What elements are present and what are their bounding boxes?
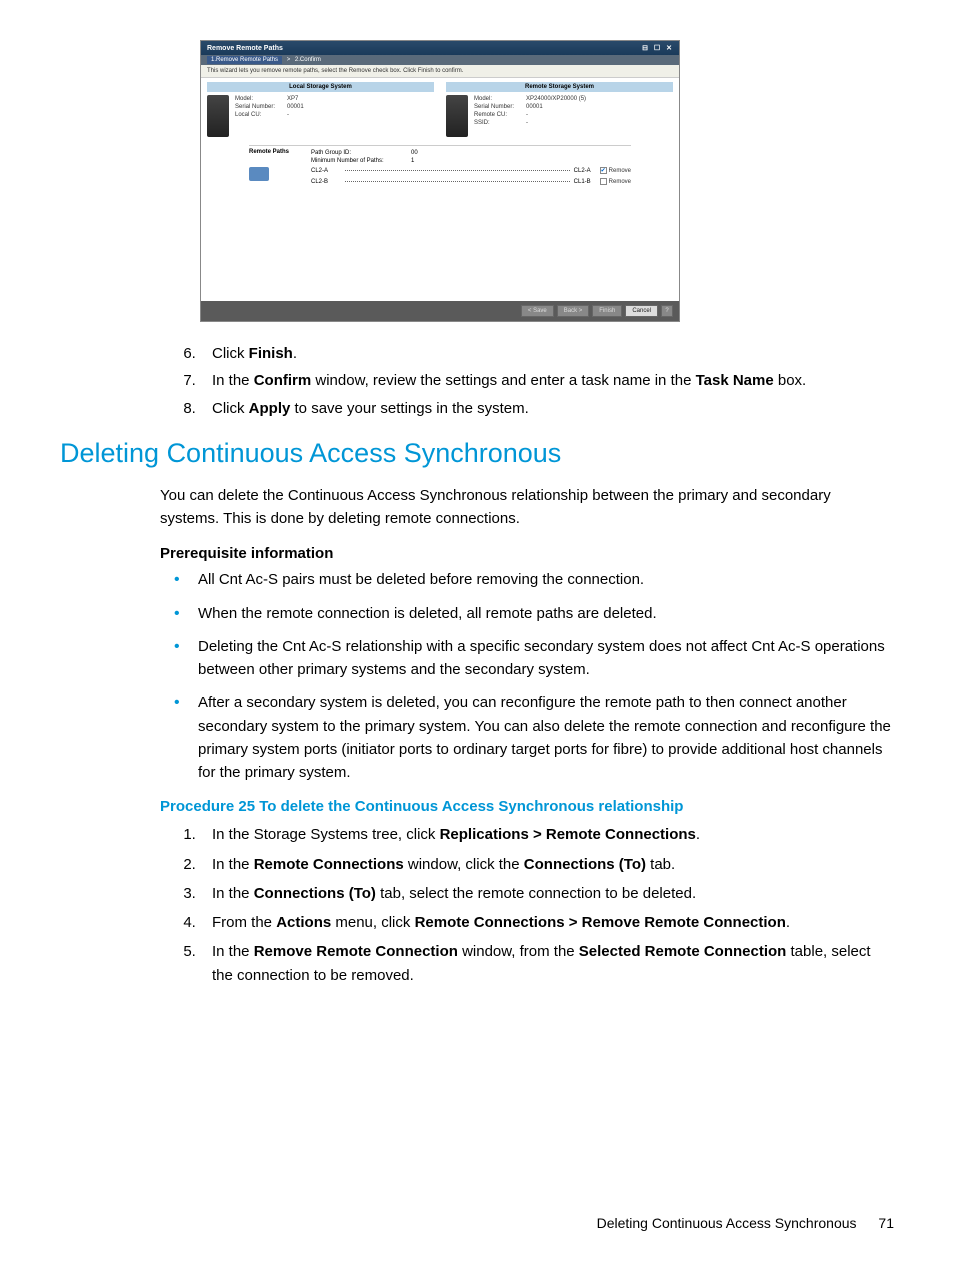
- path-row: CL2-A CL2-A ✔ Remove: [311, 165, 631, 176]
- dialog-screenshot: Remove Remote Paths ⊟ ☐ ✕ 1.Remove Remot…: [200, 40, 680, 322]
- step-7: In the Confirm window, review the settin…: [200, 369, 894, 392]
- remove-checkbox[interactable]: [600, 178, 607, 185]
- bullet-item: Deleting the Cnt Ac-S relationship with …: [168, 635, 894, 682]
- crumb-step1: 1.Remove Remote Paths: [207, 56, 282, 64]
- path-connector-icon: [345, 170, 570, 171]
- back-button[interactable]: Back >: [557, 305, 590, 317]
- window-maximize-icon[interactable]: ☐: [653, 44, 661, 52]
- remote-paths-title: Remote Paths: [249, 149, 311, 165]
- local-header: Local Storage System: [207, 82, 434, 92]
- finish-button[interactable]: Finish: [592, 305, 622, 317]
- proc-step-4: From the Actions menu, click Remote Conn…: [200, 911, 894, 934]
- bullet-item: All Cnt Ac-S pairs must be deleted befor…: [168, 568, 894, 591]
- help-button[interactable]: ?: [661, 305, 673, 317]
- remote-header: Remote Storage System: [446, 82, 673, 92]
- remove-checkbox[interactable]: ✔: [600, 167, 607, 174]
- wizard-hint: This wizard lets you remove remote paths…: [201, 65, 679, 78]
- page-number: 71: [878, 1215, 894, 1231]
- page-footer: Deleting Continuous Access Synchronous 7…: [597, 1215, 894, 1231]
- bullet-item: When the remote connection is deleted, a…: [168, 602, 894, 625]
- proc-step-3: In the Connections (To) tab, select the …: [200, 882, 894, 905]
- storage-tower-icon: [207, 95, 229, 137]
- steps-upper: Click Finish. In the Confirm window, rev…: [60, 342, 894, 420]
- section-heading: Deleting Continuous Access Synchronous: [60, 438, 894, 469]
- step-6: Click Finish.: [200, 342, 894, 365]
- cable-icon: [249, 167, 269, 181]
- procedure-title: Procedure 25 To delete the Continuous Ac…: [160, 798, 894, 815]
- dialog-titlebar: Remove Remote Paths ⊟ ☐ ✕: [201, 41, 679, 55]
- proc-step-2: In the Remote Connections window, click …: [200, 853, 894, 876]
- dialog-title: Remove Remote Paths: [207, 45, 283, 52]
- footer-section: Deleting Continuous Access Synchronous: [597, 1215, 857, 1231]
- dialog-footer: < Save Back > Finish Cancel ?: [201, 301, 679, 321]
- prerequisite-list: All Cnt Ac-S pairs must be deleted befor…: [60, 568, 894, 784]
- wizard-breadcrumb: 1.Remove Remote Paths > 2.Confirm: [201, 55, 679, 65]
- intro-paragraph: You can delete the Continuous Access Syn…: [160, 484, 894, 531]
- window-filter-icon[interactable]: ⊟: [641, 44, 649, 52]
- bullet-item: After a secondary system is deleted, you…: [168, 691, 894, 784]
- crumb-step2: 2.Confirm: [295, 57, 321, 63]
- step-8: Click Apply to save your settings in the…: [200, 397, 894, 420]
- save-button[interactable]: < Save: [521, 305, 554, 317]
- prerequisite-heading: Prerequisite information: [160, 545, 894, 562]
- proc-step-1: In the Storage Systems tree, click Repli…: [200, 823, 894, 846]
- storage-tower-icon: [446, 95, 468, 137]
- path-row: CL2-B CL1-B Remove: [311, 176, 631, 187]
- window-close-icon[interactable]: ✕: [665, 44, 673, 52]
- cancel-button[interactable]: Cancel: [625, 305, 658, 317]
- path-connector-icon: [345, 181, 570, 182]
- procedure-list: In the Storage Systems tree, click Repli…: [60, 823, 894, 987]
- proc-step-5: In the Remove Remote Connection window, …: [200, 940, 894, 987]
